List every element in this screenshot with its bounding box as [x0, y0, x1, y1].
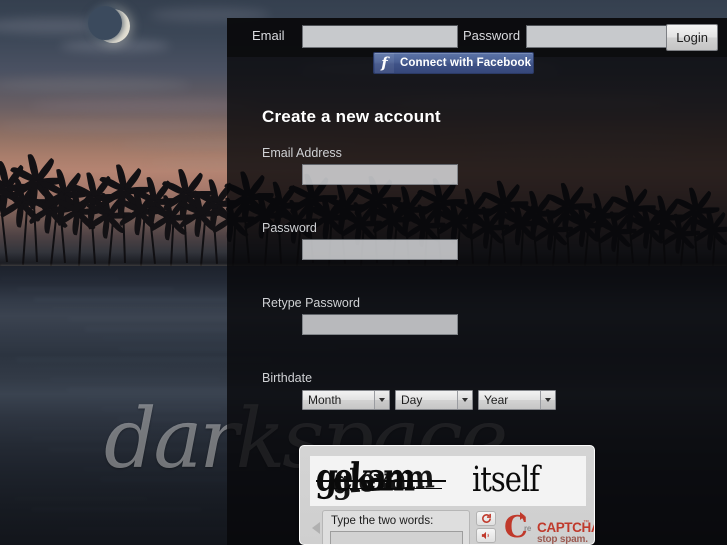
cloud	[30, 100, 260, 112]
login-email-input[interactable]	[302, 25, 458, 48]
birthdate-day-select[interactable]: Day	[395, 390, 473, 410]
captcha-audio-button[interactable]	[476, 528, 496, 543]
email-address-label: Email Address	[262, 146, 342, 160]
water-reflection-streak	[48, 518, 256, 519]
email-address-input[interactable]	[302, 164, 458, 185]
water-reflection-streak	[17, 288, 174, 290]
water-reflection-streak	[33, 368, 166, 369]
birthdate-label: Birthdate	[262, 371, 313, 385]
water-reflection-streak	[31, 508, 202, 511]
recaptcha-arrow-icon	[520, 512, 525, 520]
captcha-word-two: itself	[472, 458, 540, 500]
refresh-icon	[481, 513, 491, 523]
water-reflection-streak	[14, 498, 148, 500]
water-reflection-streak	[101, 408, 222, 410]
cloud	[0, 122, 260, 132]
password-label: Password	[262, 221, 317, 235]
password-input[interactable]	[302, 239, 458, 260]
water-reflection-streak	[85, 328, 230, 331]
recaptcha-widget: gekam glexam itself Type the two words:	[299, 445, 595, 545]
login-password-label: Password	[463, 28, 521, 43]
audio-icon	[481, 531, 489, 540]
connect-with-facebook-button[interactable]: f Connect with Facebook	[373, 52, 534, 74]
captcha-refresh-button[interactable]	[476, 511, 496, 526]
birthdate-year-select[interactable]: Year	[478, 390, 556, 410]
facebook-f-icon: f	[375, 53, 394, 73]
birthdate-month-value: Month	[308, 393, 342, 407]
page-title: Create a new account	[262, 107, 441, 126]
chevron-down-icon	[540, 391, 555, 409]
birthdate-day-value: Day	[401, 393, 423, 407]
captcha-entry-box: Type the two words:	[322, 510, 470, 544]
chevron-down-icon	[374, 391, 389, 409]
captcha-input[interactable]	[330, 531, 463, 544]
recaptcha-re-text: re	[524, 524, 531, 533]
login-password-input[interactable]	[526, 25, 682, 48]
retype-password-label: Retype Password	[262, 296, 360, 310]
chevron-down-icon	[457, 391, 472, 409]
recaptcha-logo: C re CAPTCHA ™ stop spam.	[504, 512, 594, 545]
cloud	[0, 78, 190, 92]
facebook-button-label: Connect with Facebook	[400, 57, 532, 69]
captcha-prompt-label: Type the two words:	[331, 515, 434, 527]
captcha-pointer-icon	[312, 522, 320, 534]
login-button[interactable]: Login	[666, 24, 718, 51]
recaptcha-trademark: ™	[583, 520, 589, 526]
birthdate-year-value: Year	[484, 393, 509, 407]
water-reflection-streak	[66, 458, 212, 459]
login-email-label: Email	[252, 28, 285, 43]
water-reflection-streak	[0, 278, 120, 279]
captcha-challenge-image: gekam glexam itself	[310, 456, 586, 506]
recaptcha-tagline: stop spam.	[537, 534, 588, 545]
birthdate-month-select[interactable]: Month	[302, 390, 390, 410]
crescent-moon	[88, 6, 130, 43]
captcha-distortion-line	[316, 480, 446, 482]
water-reflection-streak	[34, 298, 228, 301]
captcha-distortion-line	[320, 488, 442, 489]
signup-page: darkspace Email Password Login f Connect…	[0, 0, 727, 545]
water-reflection-streak	[15, 428, 210, 429]
water-reflection-streak	[50, 378, 220, 380]
retype-password-input[interactable]	[302, 314, 458, 335]
